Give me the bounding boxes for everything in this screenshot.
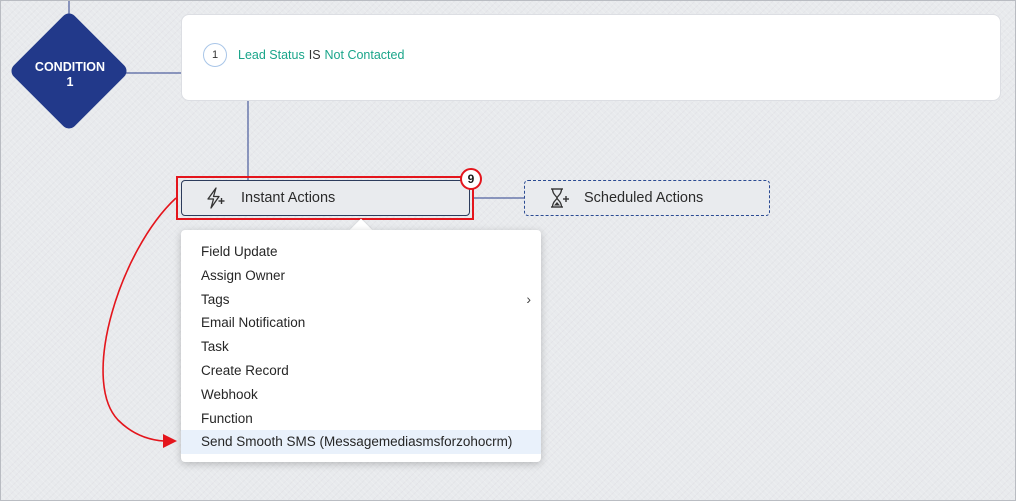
step-number-badge: 9 xyxy=(460,168,482,190)
condition-label-title: CONDITION xyxy=(34,60,106,74)
chevron-right-icon: › xyxy=(526,290,531,307)
lightning-plus-icon xyxy=(204,186,226,210)
menu-item-field-update[interactable]: Field Update xyxy=(181,240,541,264)
hourglass-plus-icon xyxy=(548,186,570,210)
criteria-row: 1 Lead Status IS Not Contacted xyxy=(203,42,404,68)
instant-actions-button[interactable]: Instant Actions xyxy=(181,180,470,216)
scheduled-actions-label: Scheduled Actions xyxy=(584,190,704,206)
scheduled-actions-button[interactable]: Scheduled Actions xyxy=(524,180,770,216)
instant-actions-label: Instant Actions xyxy=(241,190,336,206)
menu-item-webhook[interactable]: Webhook xyxy=(181,383,541,407)
condition-label: CONDITION 1 xyxy=(12,60,128,90)
menu-item-assign-owner[interactable]: Assign Owner xyxy=(181,264,541,288)
criteria-field: Lead Status xyxy=(238,48,305,62)
menu-item-function[interactable]: Function xyxy=(181,407,541,431)
menu-item-send-smooth-sms[interactable]: Send Smooth SMS (Messagemediasmsforzohoc… xyxy=(181,430,541,455)
criteria-operator: IS xyxy=(308,48,321,62)
criteria-value: Not Contacted xyxy=(324,48,405,62)
menu-item-tags[interactable]: Tags › xyxy=(181,288,541,312)
menu-item-create-record[interactable]: Create Record xyxy=(181,359,541,383)
menu-item-task[interactable]: Task xyxy=(181,335,541,359)
menu-item-email-notification[interactable]: Email Notification xyxy=(181,311,541,335)
instant-actions-menu: Field Update Assign Owner Tags › Email N… xyxy=(181,230,541,462)
menu-item-tags-label: Tags xyxy=(201,291,230,307)
condition-label-number: 1 xyxy=(66,75,74,89)
condition-criteria-card[interactable]: 1 Lead Status IS Not Contacted xyxy=(181,14,1001,101)
criteria-number: 1 xyxy=(203,43,227,67)
